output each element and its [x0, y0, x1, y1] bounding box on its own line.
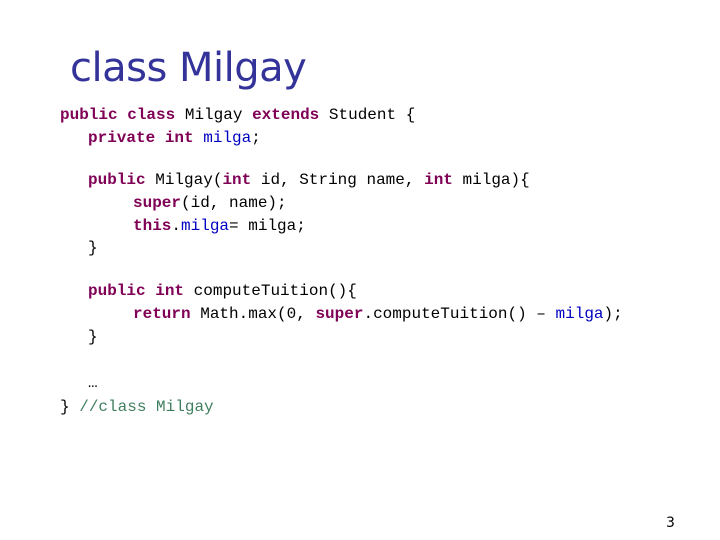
field-name: milga [181, 217, 230, 235]
code-text: ); [603, 305, 623, 323]
code-line-closing-brace: } [88, 327, 98, 347]
code-text: ; [251, 129, 261, 147]
keyword: super [133, 194, 182, 212]
keyword: private [88, 129, 156, 147]
keyword: extends [252, 106, 320, 124]
code-text: } [88, 328, 98, 346]
code-line-field-declaration: private int milga; [88, 128, 261, 148]
code-line-return-statement: return Math.max(0, super.computeTuition(… [133, 304, 623, 324]
code-line-ellipsis: … [88, 373, 98, 393]
keyword: this [133, 217, 172, 235]
code-block: public class Milgay extends Student { pr… [0, 0, 720, 540]
keyword: class [127, 106, 176, 124]
keyword: int [155, 282, 185, 300]
field-name: milga [203, 129, 252, 147]
code-comment: //class Milgay [79, 398, 214, 416]
code-text: id, String name, [260, 171, 415, 189]
code-text: Milgay( [155, 171, 223, 189]
code-line-class-end: } //class Milgay [60, 397, 214, 417]
code-line-constructor-signature: public Milgay(int id, String name, int m… [88, 170, 530, 190]
code-text: . [171, 217, 182, 235]
code-text: milga){ [462, 171, 530, 189]
keyword: int [424, 171, 453, 189]
keyword: super [315, 305, 364, 323]
code-line-class-declaration: public class Milgay extends Student { [60, 105, 415, 125]
code-text: Math.max(0, [200, 305, 306, 323]
code-line-method-signature: public int computeTuition(){ [88, 281, 357, 301]
field-name: milga [555, 305, 604, 323]
code-text: .computeTuition() – [363, 305, 546, 323]
code-line-closing-brace: } [88, 238, 98, 258]
class-name: Milgay [184, 106, 243, 124]
page-number: 3 [666, 515, 675, 531]
code-text: = milga; [229, 217, 306, 235]
keyword: int [222, 171, 252, 189]
ellipsis: … [88, 374, 98, 392]
code-text: (id, name); [181, 194, 287, 212]
keyword: int [164, 129, 194, 147]
keyword: public [60, 106, 118, 124]
keyword: public [88, 282, 146, 300]
keyword: public [88, 171, 146, 189]
code-text: } [88, 239, 98, 257]
code-line-field-assignment: this.milga= milga; [133, 216, 306, 236]
code-text: } [60, 398, 70, 416]
keyword: return [133, 305, 191, 323]
code-text: computeTuition(){ [193, 282, 357, 300]
code-line-super-call: super(id, name); [133, 193, 287, 213]
code-text: Student { [328, 106, 416, 124]
